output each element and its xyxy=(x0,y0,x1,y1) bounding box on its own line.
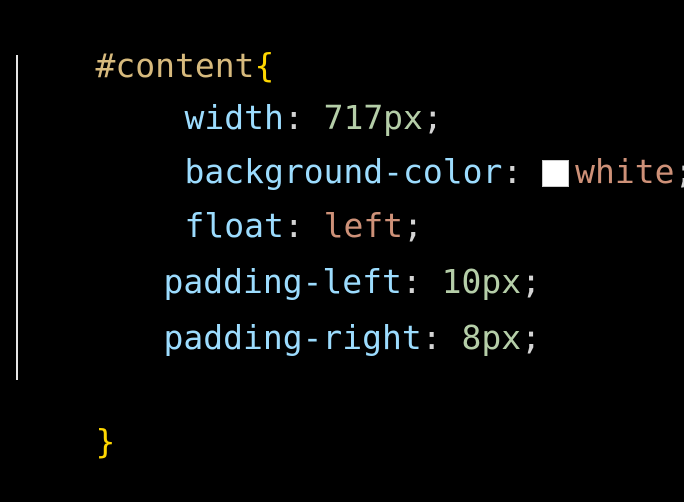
colon: : xyxy=(421,318,462,357)
declaration-padding-right: padding-right: 8px; xyxy=(84,278,541,357)
declaration-float: float: left; xyxy=(105,166,422,245)
declaration-padding-left: padding-left: 10px; xyxy=(84,222,541,301)
declaration-width: width: 717px; xyxy=(105,58,442,137)
declaration-background-color: background-color: white; xyxy=(105,112,684,191)
property-value: 8px xyxy=(461,318,522,357)
code-editor[interactable]: #content{ width: 717px; background-color… xyxy=(0,0,684,461)
semicolon: ; xyxy=(521,318,541,357)
property-value: white xyxy=(575,152,675,191)
close-brace: } xyxy=(95,422,116,461)
semicolon: ; xyxy=(674,152,684,191)
colon: : xyxy=(502,152,543,191)
color-swatch-icon[interactable] xyxy=(542,160,570,187)
rule-header: #content{ xyxy=(16,6,274,85)
property-name: padding-right xyxy=(163,318,422,357)
rule-footer: } xyxy=(16,382,115,461)
